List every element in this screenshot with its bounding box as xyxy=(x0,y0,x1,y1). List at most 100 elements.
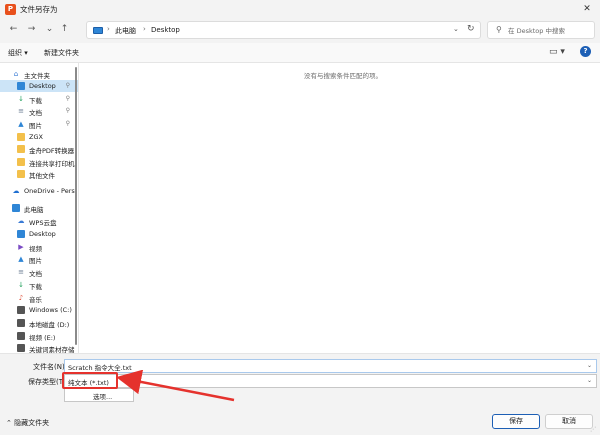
sidebar-item-label: 文档 xyxy=(29,270,42,278)
desktop-icon xyxy=(17,82,25,90)
search-box[interactable]: ⚲ xyxy=(487,21,595,39)
download-icon: ↓ xyxy=(18,281,24,289)
sidebar-item-label: 此电脑 xyxy=(24,206,44,214)
pin-icon: ⚲ xyxy=(65,82,70,89)
pin-icon: ⚲ xyxy=(65,120,70,127)
sidebar-item[interactable]: ☁ OneDrive - Pers xyxy=(0,185,78,197)
folder-icon xyxy=(17,170,25,178)
sidebar-item[interactable]: ↓ 下载 ⚲ xyxy=(0,93,78,105)
up-button[interactable]: ↑ xyxy=(57,22,72,37)
sidebar-item-label: 本地磁盘 (D:) xyxy=(29,321,70,329)
video-icon: ▶ xyxy=(18,243,24,251)
refresh-icon[interactable]: ↻ xyxy=(467,24,475,34)
sidebar-item[interactable]: 本地磁盘 (D:) xyxy=(0,317,78,329)
save-button[interactable]: 保存 xyxy=(492,414,540,429)
new-folder-button[interactable]: 新建文件夹 xyxy=(44,48,79,58)
folder-icon xyxy=(17,133,25,141)
cloud-icon: ☁ xyxy=(12,187,20,195)
computer-icon xyxy=(12,204,20,212)
pin-icon: ⚲ xyxy=(65,107,70,114)
sidebar-item-label: 文档 xyxy=(29,109,42,117)
sidebar-item[interactable]: Windows (C:) xyxy=(0,304,78,316)
sidebar-item[interactable]: ▶ 视频 xyxy=(0,241,78,253)
sidebar-item[interactable]: ▲ 图片 xyxy=(0,253,78,265)
hide-folders-toggle[interactable]: ⌃ 隐藏文件夹 xyxy=(6,418,49,428)
sidebar-item-label: 音乐 xyxy=(29,296,42,304)
cancel-button[interactable]: 取消 xyxy=(545,414,593,429)
drive-icon xyxy=(17,344,25,352)
back-button[interactable]: ← xyxy=(6,22,21,37)
sidebar-item[interactable]: 连接共享打印机 xyxy=(0,156,78,168)
recent-locations-button[interactable]: ⌄ xyxy=(42,22,57,37)
empty-message: 没有与搜索条件匹配的项。 xyxy=(304,72,382,80)
sidebar-item[interactable]: ☁ WPS云盘 xyxy=(0,215,78,227)
address-bar[interactable]: › 此电脑 › Desktop ⌄ ↻ xyxy=(86,21,481,39)
chevron-down-icon[interactable]: ⌄ xyxy=(587,377,592,384)
sidebar-item[interactable]: 此电脑 xyxy=(0,202,78,214)
breadcrumb-this-pc[interactable]: 此电脑 xyxy=(115,26,136,36)
sidebar-item-label: 连接共享打印机 xyxy=(29,160,75,168)
sidebar-scrollbar[interactable] xyxy=(75,67,77,345)
sidebar-item[interactable]: 关键词素材存储 xyxy=(0,342,78,353)
sidebar-item-label: Windows (C:) xyxy=(29,306,72,314)
annotation-arrow xyxy=(116,370,235,402)
resize-grip-icon[interactable]: ⋰ xyxy=(590,426,596,433)
pictures-icon: ▲ xyxy=(18,255,24,263)
pictures-icon: ▲ xyxy=(18,120,24,128)
title-bar xyxy=(0,0,600,19)
drive-icon xyxy=(17,332,25,340)
sidebar-item-label: 主文件夹 xyxy=(24,72,50,80)
sidebar-item-label: 视频 (E:) xyxy=(29,334,56,342)
sidebar-item[interactable]: ≡ 文档 xyxy=(0,266,78,278)
computer-icon xyxy=(93,27,103,34)
sidebar-item-label: Desktop xyxy=(29,230,56,238)
music-icon: ♪ xyxy=(18,294,24,302)
search-icon: ⚲ xyxy=(496,25,502,34)
sidebar-item-label: 下载 xyxy=(29,97,42,105)
sidebar-item-label: 下载 xyxy=(29,283,42,291)
window-title: 文件另存为 xyxy=(20,5,58,14)
sidebar-item-label: WPS云盘 xyxy=(29,219,57,227)
sidebar-item[interactable]: 金舟PDF转换器 xyxy=(0,143,78,155)
desktop-icon xyxy=(17,230,25,238)
home-icon: ⌂ xyxy=(13,70,19,78)
download-icon: ↓ xyxy=(18,95,24,103)
close-button[interactable]: ✕ xyxy=(578,2,596,17)
sidebar-item-label: 金舟PDF转换器 xyxy=(29,147,75,155)
drive-icon xyxy=(17,306,25,314)
forward-button[interactable]: → xyxy=(24,22,39,37)
sidebar-item[interactable]: ZGX xyxy=(0,131,78,143)
sidebar-item[interactable]: ⌂ 主文件夹 xyxy=(0,68,78,80)
folder-icon xyxy=(17,158,25,166)
sidebar-item[interactable]: ≡ 文档 ⚲ xyxy=(0,105,78,117)
sidebar-item[interactable]: Desktop xyxy=(0,228,78,240)
sidebar-item-label: 视频 xyxy=(29,245,42,253)
organize-button[interactable]: 组织 ▾ xyxy=(8,48,28,58)
wps-app-icon: P xyxy=(5,4,16,15)
sidebar-item-label: 图片 xyxy=(29,122,42,130)
chevron-down-icon[interactable]: ⌄ xyxy=(587,362,592,369)
document-icon: ≡ xyxy=(18,107,24,115)
pin-icon: ⚲ xyxy=(65,95,70,102)
help-icon[interactable]: ? xyxy=(580,46,591,57)
breadcrumb-separator: › xyxy=(143,25,146,33)
sidebar-item[interactable]: ♪ 音乐 xyxy=(0,292,78,304)
filename-label: 文件名(N): xyxy=(33,363,68,371)
sidebar-item[interactable]: Desktop ⚲ xyxy=(0,80,78,92)
sidebar-item[interactable]: 其他文件 xyxy=(0,168,78,180)
sidebar-item-label: 其他文件 xyxy=(29,172,55,180)
sidebar-item[interactable]: 视频 (E:) xyxy=(0,330,78,342)
sidebar-item-label: Desktop xyxy=(29,82,56,90)
view-options-button[interactable]: ▭ ▾ xyxy=(549,47,565,57)
toolbar xyxy=(0,43,600,63)
wps-cloud-icon: ☁ xyxy=(17,217,25,225)
sidebar-item[interactable]: ▲ 图片 ⚲ xyxy=(0,118,78,130)
sidebar-item-label: ZGX xyxy=(29,133,43,141)
sidebar-item[interactable]: ↓ 下载 xyxy=(0,279,78,291)
file-list-area[interactable] xyxy=(80,63,600,353)
breadcrumb-desktop[interactable]: Desktop xyxy=(151,26,180,34)
search-input[interactable] xyxy=(508,24,592,37)
breadcrumb-separator: › xyxy=(107,25,110,33)
chevron-down-icon[interactable]: ⌄ xyxy=(453,25,459,33)
navigation-pane[interactable]: ⌂ 主文件夹 Desktop ⚲ ↓ 下载 ⚲ ≡ 文档 ⚲ ▲ 图片 ⚲ ZGX 金舟PDF转换器 连接共享… xyxy=(0,63,79,353)
